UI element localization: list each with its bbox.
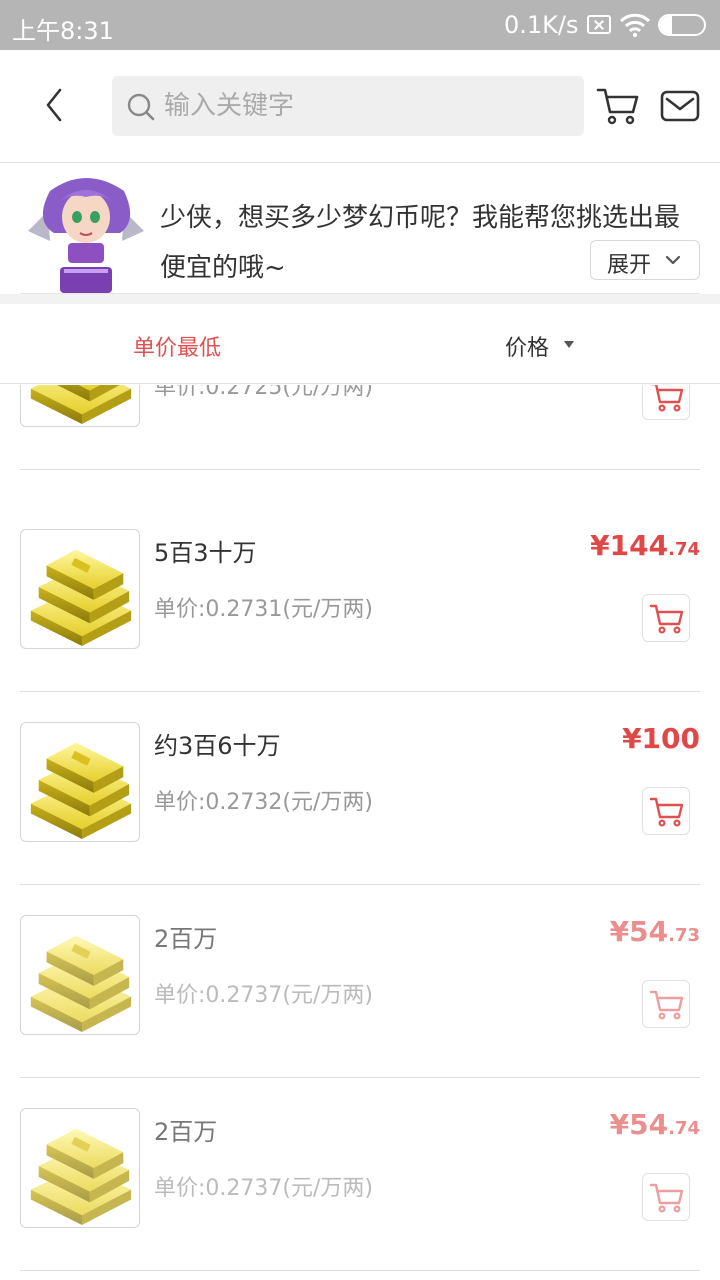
item-unit-price: 单价:0.2725(元/万两) xyxy=(154,385,373,400)
gold-bars-image xyxy=(20,722,140,842)
sort-lowest-unit-price-tab[interactable]: 单价最低 xyxy=(133,330,221,362)
battery-level: 27 xyxy=(671,16,693,34)
item-unit-price: 单价:0.2731(元/万两) xyxy=(154,597,373,622)
expand-button[interactable]: 展开 xyxy=(590,240,700,280)
list-item[interactable]: 5百3十万 单价:0.2731(元/万两) ¥144.74 xyxy=(0,499,720,692)
expand-label: 展开 xyxy=(607,253,652,278)
wifi-icon xyxy=(620,13,650,38)
sort-bar: 单价最低 价格 xyxy=(0,304,720,384)
top-header xyxy=(0,50,720,163)
assistant-banner: 少侠，想买多少梦幻币呢？我能帮您挑选出最便宜的哦~ 展开 xyxy=(0,163,720,293)
gold-bars-image xyxy=(20,1108,140,1228)
sim-off-icon xyxy=(587,15,611,34)
row-divider xyxy=(20,469,700,470)
add-to-cart-button[interactable] xyxy=(642,980,690,1028)
gold-bars-image xyxy=(20,529,140,649)
status-bar: 上午8:31 0.1K/s 27 xyxy=(0,0,720,50)
sort-price-tab[interactable]: 价格 xyxy=(505,330,549,362)
search-box[interactable] xyxy=(112,76,584,136)
cart-icon xyxy=(649,796,685,828)
battery-icon: 27 xyxy=(658,14,706,36)
section-gap xyxy=(0,294,720,304)
add-to-cart-button[interactable] xyxy=(642,385,690,420)
cart-icon xyxy=(649,385,685,413)
search-icon xyxy=(127,93,155,121)
search-input[interactable] xyxy=(164,76,564,136)
row-divider xyxy=(20,1270,700,1271)
add-to-cart-button[interactable] xyxy=(642,1173,690,1221)
back-arrow-icon[interactable] xyxy=(30,80,76,130)
cart-icon xyxy=(649,603,685,635)
list-item[interactable]: 2百万 单价:0.2737(元/万两) ¥54.74 xyxy=(0,1078,720,1271)
cart-icon xyxy=(649,1182,685,1214)
item-price: ¥54.74 xyxy=(609,1108,700,1141)
add-to-cart-button[interactable] xyxy=(642,787,690,835)
item-unit-price: 单价:0.2737(元/万两) xyxy=(154,983,373,1008)
list-item[interactable]: 单价:0.2725(元/万两) xyxy=(0,385,720,470)
item-unit-price: 单价:0.2732(元/万两) xyxy=(154,790,373,815)
message-icon[interactable] xyxy=(660,90,700,122)
list-item[interactable]: 2百万 单价:0.2737(元/万两) ¥54.73 xyxy=(0,885,720,1078)
item-name: 约3百6十万 xyxy=(154,732,281,760)
gold-bars-image xyxy=(20,915,140,1035)
item-name: 2百万 xyxy=(154,1118,218,1146)
item-unit-price: 单价:0.2737(元/万两) xyxy=(154,1176,373,1201)
status-time: 上午8:31 xyxy=(12,17,114,45)
network-speed: 0.1K/s xyxy=(504,11,579,39)
item-name: 5百3十万 xyxy=(154,539,257,567)
chevron-down-icon xyxy=(665,255,681,265)
item-name: 2百万 xyxy=(154,925,218,953)
item-price: ¥100 xyxy=(622,722,700,755)
item-price: ¥144.74 xyxy=(590,529,700,562)
add-to-cart-button[interactable] xyxy=(642,594,690,642)
cart-icon[interactable] xyxy=(596,86,640,126)
cart-icon xyxy=(649,989,685,1021)
product-list: 单价:0.2725(元/万两) 5百3十万 单价:0.2731(元/万两) ¥1… xyxy=(0,385,720,1280)
list-item[interactable]: 约3百6十万 单价:0.2732(元/万两) ¥100 xyxy=(0,692,720,885)
caret-down-icon xyxy=(564,341,574,348)
item-price: ¥54.73 xyxy=(609,915,700,948)
assistant-character-avatar xyxy=(28,178,144,293)
gold-bars-image xyxy=(20,385,140,427)
